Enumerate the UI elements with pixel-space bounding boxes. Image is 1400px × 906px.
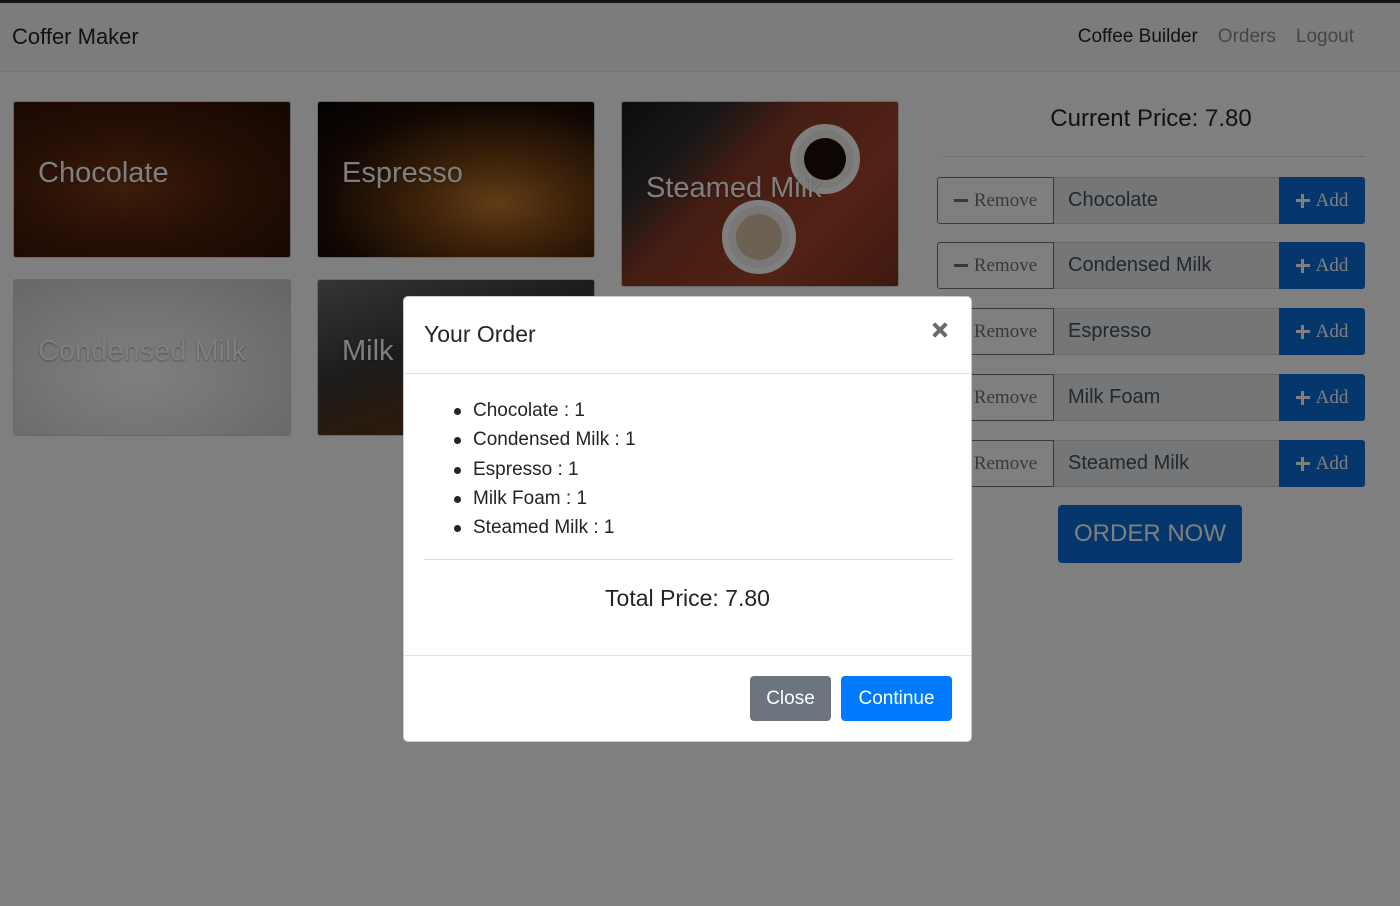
close-button[interactable]: Close xyxy=(750,676,831,721)
list-item: Milk Foam : 1 xyxy=(454,484,636,513)
close-icon[interactable] xyxy=(929,319,951,341)
order-modal: Your Order Chocolate : 1 Condensed Milk … xyxy=(403,296,972,742)
list-item: Steamed Milk : 1 xyxy=(454,513,636,542)
divider xyxy=(424,559,953,560)
total-price: Total Price: 7.80 xyxy=(605,585,770,611)
modal-footer-divider xyxy=(404,655,971,656)
modal-title: Your Order xyxy=(424,321,536,347)
list-item: Chocolate : 1 xyxy=(454,396,636,425)
continue-button[interactable]: Continue xyxy=(841,676,952,721)
modal-header: Your Order xyxy=(404,297,971,374)
list-item: Condensed Milk : 1 xyxy=(454,425,636,454)
order-items-list: Chocolate : 1 Condensed Milk : 1 Espress… xyxy=(454,396,636,542)
list-item: Espresso : 1 xyxy=(454,455,636,484)
